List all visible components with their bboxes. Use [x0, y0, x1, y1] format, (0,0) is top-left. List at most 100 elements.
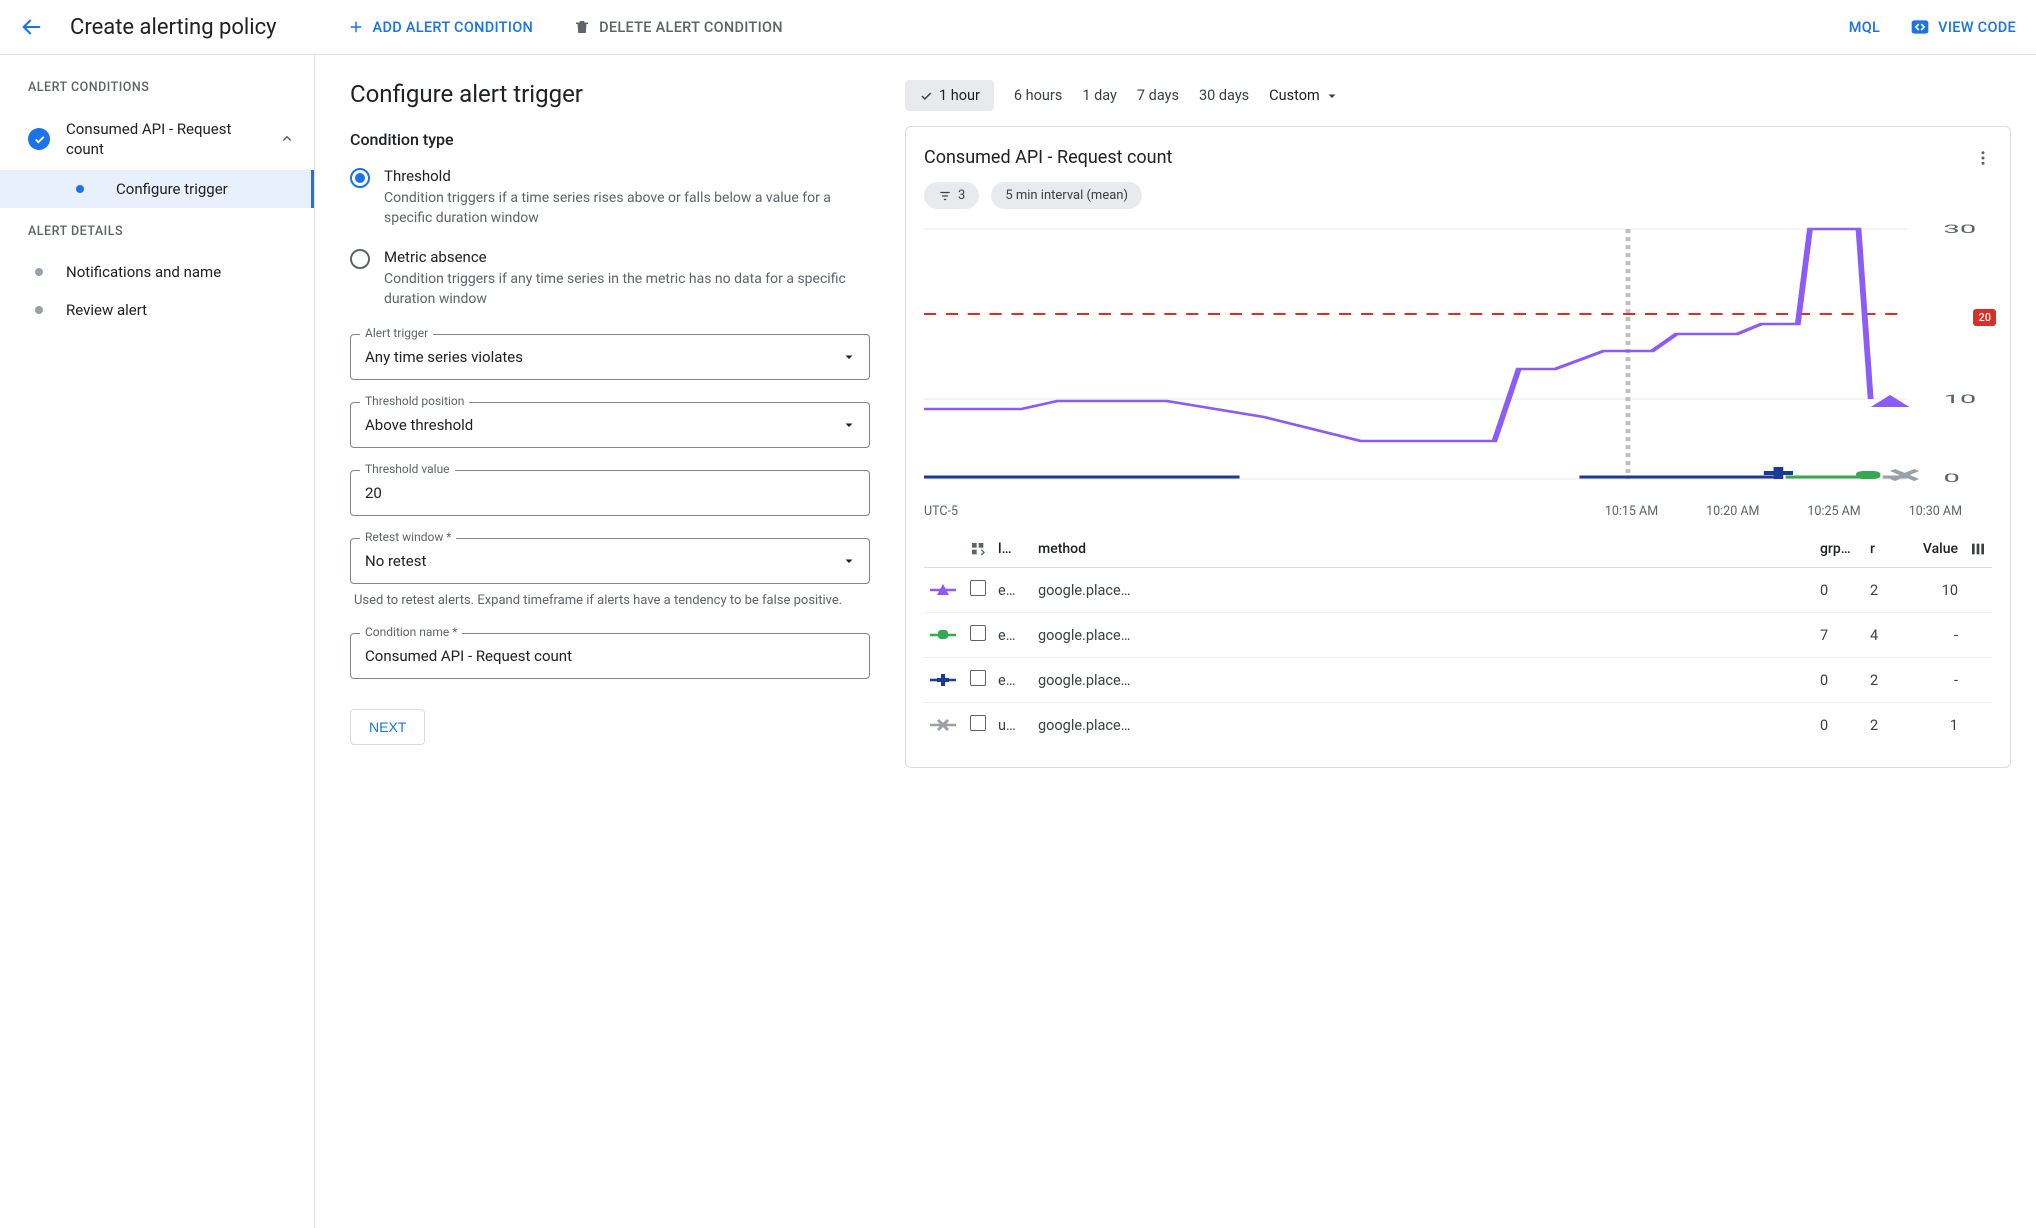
- code-icon: [1910, 17, 1930, 37]
- plus-icon: [347, 18, 365, 36]
- sidebar-item-configure-trigger[interactable]: Configure trigger: [0, 170, 314, 208]
- check-icon: [919, 89, 933, 103]
- mql-button[interactable]: MQL: [1849, 19, 1880, 36]
- preview-card: Consumed API - Request count 3 5 min int…: [905, 126, 2011, 768]
- condition-type-heading: Condition type: [350, 130, 870, 149]
- table-row[interactable]: e…google.place…74-: [924, 613, 1992, 658]
- alert-trigger-label: Alert trigger: [360, 326, 433, 340]
- threshold-badge: 20: [1973, 309, 1996, 326]
- legend-settings-icon[interactable]: [964, 531, 992, 568]
- add-alert-condition-button[interactable]: ADD ALERT CONDITION: [347, 18, 534, 36]
- time-range-1day[interactable]: 1 day: [1082, 87, 1117, 104]
- grey-dot-icon: [35, 306, 43, 314]
- row-r: 2: [1864, 703, 1894, 748]
- filter-chip[interactable]: 3: [924, 182, 979, 209]
- view-code-label: VIEW CODE: [1938, 19, 2016, 36]
- condition-name-field-label: Condition name *: [360, 625, 462, 639]
- page-title: Create alerting policy: [70, 15, 277, 40]
- section-title: Configure alert trigger: [350, 80, 870, 108]
- table-row[interactable]: e…google.place…02-: [924, 658, 1992, 703]
- back-icon[interactable]: [20, 16, 42, 38]
- time-range-custom[interactable]: Custom: [1269, 87, 1338, 104]
- th-method: method: [1032, 531, 1814, 568]
- retest-window-value: No retest: [365, 552, 426, 570]
- check-circle-icon: [28, 128, 50, 150]
- series-marker-icon: [924, 703, 964, 748]
- series-marker-icon: [924, 658, 964, 703]
- next-button[interactable]: NEXT: [350, 709, 425, 745]
- chart[interactable]: 30 10 0: [924, 219, 1992, 494]
- threshold-position-select[interactable]: Threshold position Above threshold: [350, 402, 870, 448]
- more-icon[interactable]: [1974, 149, 1992, 167]
- x-tick: 10:25 AM: [1807, 504, 1860, 519]
- threshold-radio-label: Threshold: [384, 167, 870, 185]
- time-range-30days[interactable]: 30 days: [1199, 87, 1249, 104]
- series-marker-icon: [924, 568, 964, 613]
- time-range-7days[interactable]: 7 days: [1137, 87, 1179, 104]
- review-alert-label: Review alert: [66, 301, 147, 319]
- delete-alert-condition-button[interactable]: DELETE ALERT CONDITION: [573, 18, 783, 36]
- th-r: r: [1864, 531, 1894, 568]
- sidebar-item-condition[interactable]: Consumed API - Request count: [0, 109, 314, 170]
- radio-metric-absence[interactable]: Metric absence Condition triggers if any…: [350, 248, 870, 309]
- delete-condition-label: DELETE ALERT CONDITION: [599, 19, 783, 36]
- table-row[interactable]: e…google.place…0210: [924, 568, 1992, 613]
- row-value: 10: [1894, 568, 1964, 613]
- interval-chip[interactable]: 5 min interval (mean): [991, 182, 1142, 209]
- row-grp: 7: [1814, 613, 1864, 658]
- next-label: NEXT: [369, 719, 406, 735]
- condition-name-input[interactable]: Condition name * Consumed API - Request …: [350, 633, 870, 679]
- threshold-radio-desc: Condition triggers if a time series rise…: [384, 189, 870, 228]
- add-condition-label: ADD ALERT CONDITION: [373, 19, 534, 36]
- chevron-up-icon: [278, 130, 296, 148]
- threshold-value-input[interactable]: Threshold value 20: [350, 470, 870, 516]
- alert-details-heading: ALERT DETAILS: [0, 208, 314, 253]
- radio-icon: [350, 168, 370, 188]
- row-method: google.place…: [1032, 703, 1814, 748]
- trash-icon: [573, 18, 591, 36]
- row-grp: 0: [1814, 568, 1864, 613]
- row-r: 4: [1864, 613, 1894, 658]
- filter-icon: [938, 189, 952, 203]
- notifications-label: Notifications and name: [66, 263, 221, 281]
- sidebar-item-review-alert[interactable]: Review alert: [0, 291, 314, 329]
- x-tick: 10:15 AM: [1605, 504, 1658, 519]
- row-value: -: [1894, 613, 1964, 658]
- retest-window-select[interactable]: Retest window * No retest Used to retest…: [350, 538, 870, 610]
- alert-trigger-select[interactable]: Alert trigger Any time series violates: [350, 334, 870, 380]
- row-grp: 0: [1814, 658, 1864, 703]
- table-row[interactable]: u…google.place…021: [924, 703, 1992, 748]
- series-marker-icon: [924, 613, 964, 658]
- chart-timezone: UTC-5: [924, 504, 958, 519]
- svg-text:30: 30: [1943, 222, 1976, 236]
- retest-helper-text: Used to retest alerts. Expand timeframe …: [354, 592, 866, 610]
- row-grp: 0: [1814, 703, 1864, 748]
- time-range-6hours[interactable]: 6 hours: [1014, 87, 1062, 104]
- sidebar-item-notifications[interactable]: Notifications and name: [0, 253, 314, 291]
- row-checkbox[interactable]: [970, 625, 986, 641]
- condition-name-label: Consumed API - Request count: [66, 119, 262, 160]
- alert-conditions-heading: ALERT CONDITIONS: [0, 80, 314, 109]
- time-range-selected-label: 1 hour: [939, 87, 980, 104]
- absence-radio-desc: Condition triggers if any time series in…: [384, 270, 870, 309]
- blue-dot-icon: [76, 185, 84, 193]
- row-checkbox[interactable]: [970, 670, 986, 686]
- x-tick: 10:20 AM: [1706, 504, 1759, 519]
- row-l: u…: [992, 703, 1032, 748]
- row-method: google.place…: [1032, 658, 1814, 703]
- row-r: 2: [1864, 658, 1894, 703]
- caret-down-icon: [843, 351, 855, 363]
- columns-icon[interactable]: [1964, 531, 1992, 568]
- view-code-button[interactable]: VIEW CODE: [1910, 17, 2016, 37]
- row-l: e…: [992, 568, 1032, 613]
- caret-down-icon: [843, 419, 855, 431]
- time-range-1hour[interactable]: 1 hour: [905, 80, 994, 111]
- series-table: l… method grp… r Value e…google.place…02…: [924, 531, 1992, 747]
- threshold-value: 20: [365, 484, 382, 502]
- filter-count: 3: [958, 188, 965, 203]
- radio-threshold[interactable]: Threshold Condition triggers if a time s…: [350, 167, 870, 228]
- row-checkbox[interactable]: [970, 580, 986, 596]
- row-checkbox[interactable]: [970, 715, 986, 731]
- row-l: e…: [992, 658, 1032, 703]
- row-l: e…: [992, 613, 1032, 658]
